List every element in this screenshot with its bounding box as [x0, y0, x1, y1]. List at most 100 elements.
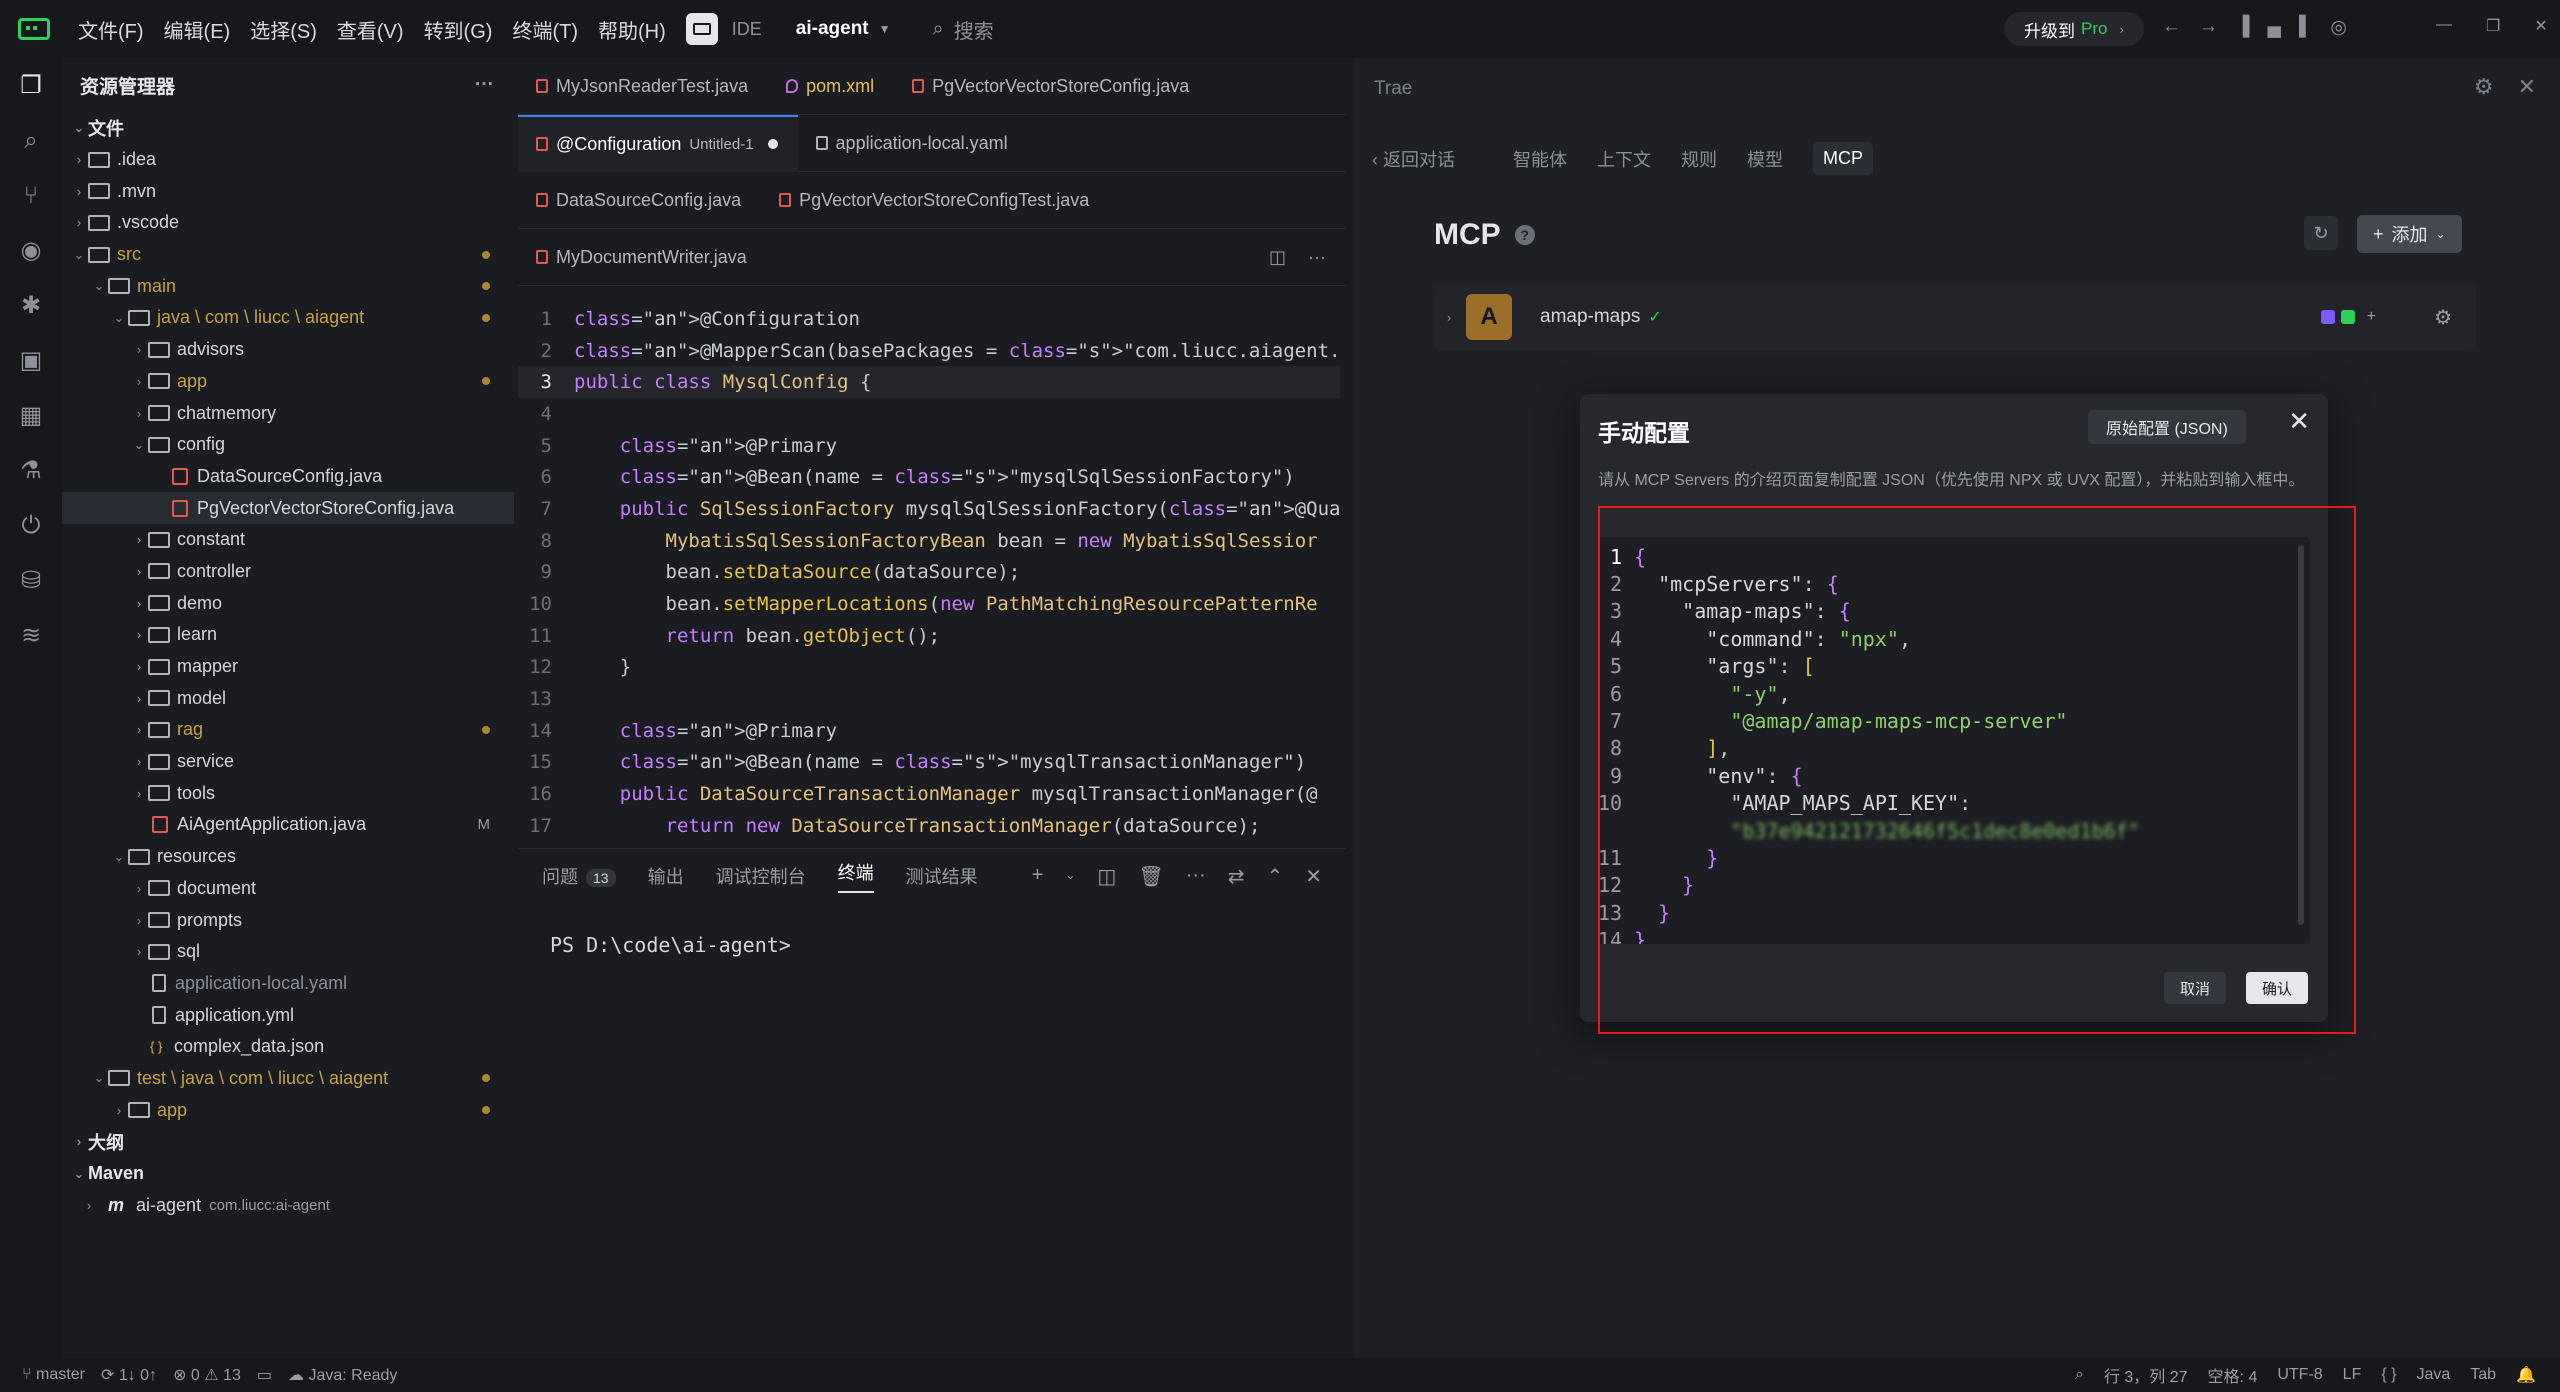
account-icon[interactable]: ◎ — [2330, 16, 2347, 39]
split-editor-icon[interactable]: ◫ — [1269, 247, 1286, 268]
code-line[interactable]: 8 MybatisSqlSessionFactoryBean bean = ne… — [518, 525, 1340, 557]
tree-item[interactable]: AiAgentApplication.java M — [62, 809, 514, 841]
code-line[interactable]: 7 public SqlSessionFactory mysqlSqlSessi… — [518, 493, 1340, 525]
nav-context[interactable]: 上下文 — [1597, 146, 1651, 172]
confirm-button[interactable]: 确认 — [2246, 972, 2309, 1004]
tab-untitled-1[interactable]: @Configuration Untitled-1 — [518, 114, 798, 172]
toggle-sidebar-icon[interactable]: ▐ — [2236, 16, 2249, 39]
remote-icon[interactable]: ▣ — [0, 333, 62, 388]
back-to-chat-button[interactable]: ‹ 返回对话 — [1372, 146, 1455, 172]
nav-mcp[interactable]: MCP — [1813, 142, 1873, 175]
mcp-server-item[interactable]: › A amap-maps ✓ + ⚙ — [1434, 284, 2476, 350]
menu-item[interactable]: 选择(S) — [250, 15, 317, 44]
tab-application-local[interactable]: application-local.yaml — [798, 115, 1028, 172]
split-terminal-icon[interactable]: ◫ — [1097, 864, 1116, 889]
code-line[interactable]: 3 public class MysqlConfig { — [518, 366, 1340, 399]
menu-item[interactable]: 转到(G) — [424, 15, 493, 44]
encoding[interactable]: UTF-8 — [2277, 1366, 2322, 1384]
indent-setting[interactable]: 空格: 4 — [2208, 1363, 2258, 1387]
tree-item[interactable]: ⌄ main — [62, 270, 514, 302]
ide-label[interactable]: IDE — [732, 19, 762, 40]
terminal-prompt[interactable]: PS D:\code\ai-agent> — [550, 933, 791, 957]
code-line[interactable]: 14 class="an">@Primary — [518, 715, 1340, 747]
unsaved-dot-icon[interactable] — [767, 139, 778, 149]
code-line[interactable]: 10 bean.setMapperLocations(new PathMatch… — [518, 588, 1340, 620]
maximize-panel-icon[interactable]: ⌃ — [1266, 864, 1283, 889]
code-line[interactable]: 2 class="an">@MapperScan (basePackages = c… — [518, 335, 1340, 367]
code-line[interactable]: 13 — [518, 683, 1340, 715]
tree-item[interactable]: PgVectorVectorStoreConfig.java — [62, 492, 514, 524]
tree-item[interactable]: › advisors — [62, 334, 514, 366]
server-settings-icon[interactable]: ⚙ — [2434, 305, 2452, 330]
menu-item[interactable]: 终端(T) — [512, 15, 578, 44]
minimize-icon[interactable]: — — [2436, 16, 2452, 36]
tree-item[interactable]: › app — [62, 1094, 514, 1126]
tree-item[interactable]: › .idea — [62, 144, 514, 176]
maximize-icon[interactable]: ❐ — [2486, 16, 2500, 36]
tree-item[interactable]: › mapper — [62, 651, 514, 683]
tree-item[interactable]: ⌄ java \ com \ liucc \ aiagent — [62, 302, 514, 334]
sync-indicator[interactable]: ⟳ 1↓ 0↑ — [101, 1365, 157, 1385]
problems-indicator[interactable]: ⊗ 0 ⚠ 13 — [173, 1365, 241, 1385]
tab-output[interactable]: 输出 — [648, 863, 684, 889]
tab-terminal[interactable]: 终端 — [837, 859, 874, 893]
tree-item[interactable]: › controller — [62, 556, 514, 588]
power-icon[interactable]: ⏻ — [0, 498, 62, 553]
code-line[interactable]: 16 public DataSourceTransactionManager m… — [518, 778, 1340, 810]
tree-item[interactable]: › learn — [62, 619, 514, 651]
close-window-icon[interactable]: ✕ — [2534, 16, 2547, 36]
tab-test-results[interactable]: 测试结果 — [906, 863, 978, 889]
tree-item[interactable]: › .vscode — [62, 207, 514, 239]
code-line[interactable]: 12 } — [518, 652, 1340, 684]
arrow-right-icon[interactable]: → — [2199, 16, 2218, 39]
debug-icon[interactable]: ✱ — [0, 278, 62, 333]
project-selector[interactable]: ai-agent ▼ — [796, 18, 891, 40]
layers-icon[interactable]: ≋ — [0, 608, 62, 663]
scrollbar[interactable] — [2298, 545, 2304, 925]
tab-mydocumentwriter[interactable]: MyDocumentWriter.java — [518, 229, 767, 286]
trash-icon[interactable]: 🗑 — [1138, 864, 1163, 889]
arrow-left-icon[interactable]: ← — [2162, 16, 2181, 39]
tree-item[interactable]: DataSourceConfig.java — [62, 461, 514, 493]
eye-icon[interactable]: ◉ — [0, 223, 62, 278]
cancel-button[interactable]: 取消 — [2164, 972, 2227, 1004]
testing-icon[interactable]: ⚗ — [0, 443, 62, 498]
code-line[interactable]: 15 class="an">@Bean (name = class ="s">"my… — [518, 747, 1340, 779]
upgrade-pro-button[interactable]: 升级到 Pro › — [2004, 12, 2144, 46]
plus-icon[interactable]: + — [2367, 308, 2376, 326]
tab-mode[interactable]: Tab — [2470, 1366, 2496, 1384]
tab-datasourceconfig[interactable]: DataSourceConfig.java — [518, 172, 761, 229]
tree-item[interactable]: { } complex_data.json — [62, 1031, 514, 1063]
tree-item[interactable]: ⌄ resources — [62, 841, 514, 873]
chevron-right-icon[interactable]: › — [1434, 310, 1464, 325]
code-line[interactable]: 6 class="an">@Bean (name = class ="s">"mys… — [518, 461, 1340, 493]
code-line[interactable]: 4 — [518, 398, 1340, 430]
language-mode[interactable]: Java — [2416, 1366, 2450, 1384]
tab-problems[interactable]: 问题 13 — [542, 863, 616, 889]
code-line[interactable]: 5 class="an">@Primary — [518, 430, 1340, 462]
swap-icon[interactable]: ⇄ — [1228, 864, 1245, 889]
branch-indicator[interactable]: ⑂ master — [22, 1366, 85, 1384]
tree-item[interactable]: ⌄ test \ java \ com \ liucc \ aiagent — [62, 1063, 514, 1095]
refresh-button[interactable]: ↻ — [2304, 216, 2338, 250]
ide-mode-icon[interactable] — [685, 13, 718, 45]
tree-item[interactable]: › chatmemory — [62, 397, 514, 429]
new-terminal-icon[interactable]: + — [1032, 864, 1044, 889]
nav-agents[interactable]: 智能体 — [1513, 146, 1567, 172]
nav-rules[interactable]: 规则 — [1681, 146, 1717, 172]
tree-item[interactable]: › rag — [62, 714, 514, 746]
tree-item[interactable]: › demo — [62, 587, 514, 619]
more-icon[interactable]: ··· — [1186, 864, 1206, 889]
tree-item[interactable]: › app — [62, 366, 514, 398]
tree-item[interactable]: › sql — [62, 936, 514, 968]
tree-item[interactable]: application.yml — [62, 999, 514, 1031]
braces-icon[interactable]: { } — [2381, 1366, 2396, 1384]
menu-item[interactable]: 查看(V) — [337, 15, 404, 44]
nav-models[interactable]: 模型 — [1747, 146, 1783, 172]
tab-pgvectortest[interactable]: PgVectorVectorStoreConfigTest.java — [761, 172, 1109, 229]
menu-item[interactable]: 文件(F) — [78, 15, 144, 44]
tree-item[interactable]: ⌄ config — [62, 429, 514, 461]
raw-config-button[interactable]: 原始配置 (JSON) — [2088, 410, 2246, 444]
menu-item[interactable]: 帮助(H) — [598, 15, 666, 44]
tree-item[interactable]: › tools — [62, 777, 514, 809]
